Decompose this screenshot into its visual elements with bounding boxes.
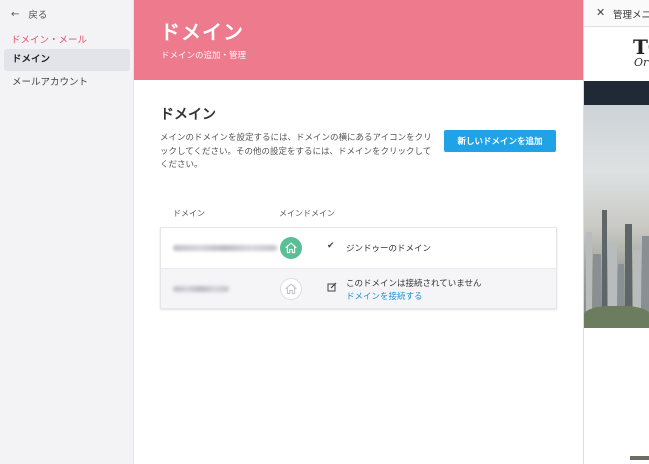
connect-domain-link[interactable]: ドメインを接続する [346, 290, 423, 302]
table-row[interactable]: このドメインは接続されていません ドメインを接続する [161, 268, 556, 308]
sidebar: ← 戻る ドメイン・メール ドメイン メールアカウント [0, 0, 134, 464]
column-header-domain: ドメイン [173, 209, 205, 218]
preview-site-header: TO Or [584, 27, 649, 81]
main-domain-home-icon[interactable] [280, 237, 302, 259]
domain-status-text: ジンドゥーのドメイン [346, 244, 432, 254]
table-row[interactable]: ✔ ジンドゥーのドメイン [161, 228, 556, 268]
preview-header: ✕ 管理メニュー [584, 0, 649, 27]
back-button[interactable]: ← 戻る [11, 7, 48, 22]
edit-icon [327, 282, 337, 295]
page-subtitle: ドメインの追加・管理 [161, 51, 247, 61]
domain-name-redacted[interactable] [173, 286, 229, 292]
site-logo-script: Or [634, 56, 649, 69]
arrow-left-icon: ← [11, 8, 20, 20]
set-main-domain-home-icon[interactable] [280, 278, 302, 300]
section-description: メインのドメインを設定するには、ドメインの横にあるアイコンをクリックしてください… [160, 133, 432, 170]
page-title: ドメイン [160, 20, 244, 44]
column-header-main-domain: メインドメイン [279, 209, 335, 218]
check-icon: ✔ [327, 241, 335, 251]
page-banner: ドメイン ドメインの追加・管理 [134, 0, 583, 80]
close-icon[interactable]: ✕ [596, 6, 605, 19]
domain-status-text: このドメインは接続されていません [346, 279, 482, 289]
back-label: 戻る [28, 10, 48, 21]
domain-name-redacted[interactable] [173, 245, 277, 251]
add-domain-button[interactable]: 新しいドメインを追加 [444, 130, 556, 152]
sidebar-section-domain-mail[interactable]: ドメイン・メール [11, 32, 87, 46]
main-panel: ドメイン ドメインの追加・管理 ドメイン メインのドメインを設定するには、ドメイ… [134, 0, 583, 464]
preview-navigation-bar [584, 81, 649, 105]
preview-content-area [584, 328, 649, 464]
preview-hero-image [584, 105, 649, 328]
site-preview-panel: ✕ 管理メニュー TO Or [583, 0, 649, 464]
preview-footer-bar [630, 456, 649, 460]
sidebar-item-mail-account[interactable]: メールアカウント [4, 72, 130, 94]
section-title: ドメイン [160, 107, 216, 123]
preview-header-title: 管理メニュー [613, 10, 649, 21]
sidebar-item-domain[interactable]: ドメイン [4, 49, 130, 71]
domain-table: ✔ ジンドゥーのドメイン このドメインは接続されていません ドメインを接続する [160, 227, 557, 309]
